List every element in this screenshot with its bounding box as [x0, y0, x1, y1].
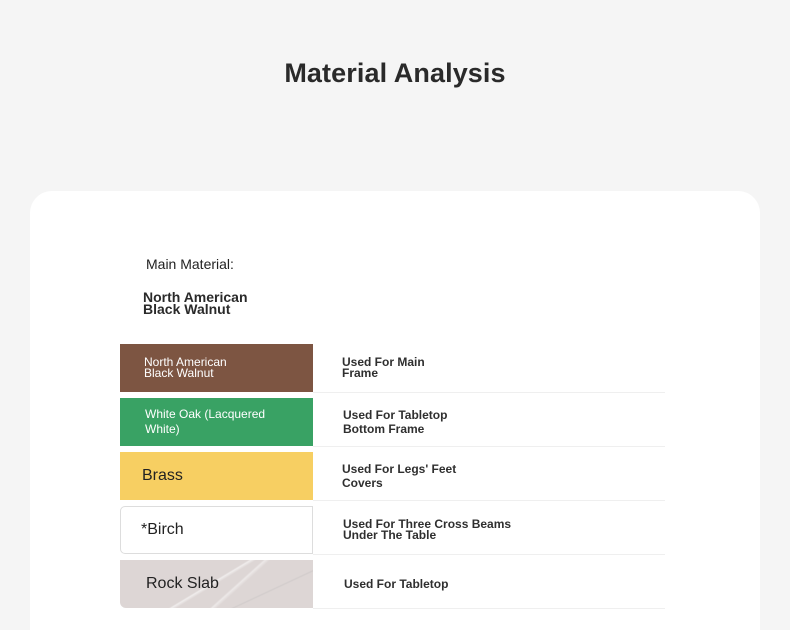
black-walnut-swatch: North American Black Walnut: [120, 344, 313, 392]
row-divider: [313, 554, 665, 555]
material-analysis-page: Material Analysis Main Material: North A…: [0, 0, 790, 630]
birch-swatch: *Birch: [120, 506, 313, 554]
birch-label: *Birch: [141, 521, 184, 538]
white-oak-label-line-1: White Oak (Lacquered: [145, 407, 266, 421]
material-row-rock-slab: Rock Slab Used For Tabletop: [120, 560, 665, 609]
brass-label: Brass: [142, 467, 183, 484]
brass-use-line-2: Covers: [342, 476, 383, 490]
row-divider: [313, 446, 665, 447]
white-oak-swatch: White Oak (Lacquered White): [120, 398, 313, 446]
white-oak-label: White Oak (Lacquered White): [145, 407, 290, 437]
rock-slab-label: Rock Slab: [146, 575, 219, 592]
material-row-black-walnut: North American Black Walnut Used For Mai…: [120, 344, 665, 393]
rock-slab-swatch: Rock Slab: [120, 560, 313, 608]
birch-use: Used For Three Cross Beams Under The Tab…: [343, 518, 533, 542]
material-row-white-oak: White Oak (Lacquered White) Used For Tab…: [120, 398, 665, 447]
black-walnut-use-line-2: Frame: [342, 366, 379, 380]
page-title: Material Analysis: [284, 58, 506, 88]
white-oak-use-line-2: Bottom Frame: [343, 422, 425, 436]
row-divider: [313, 608, 665, 609]
main-material-value: North American Black Walnut: [143, 290, 288, 317]
black-walnut-label: North American Black Walnut: [144, 356, 294, 380]
rock-slab-use: Used For Tabletop: [344, 577, 449, 591]
brass-use-line-1: Used For Legs' Feet: [342, 462, 457, 476]
main-material-label: Main Material:: [146, 256, 234, 272]
material-row-birch: *Birch Used For Three Cross Beams Under …: [120, 506, 665, 555]
brass-use: Used For Legs' Feet Covers: [342, 462, 532, 490]
white-oak-use-line-1: Used For Tabletop: [343, 408, 448, 422]
main-material-value-line-2: Black Walnut: [143, 301, 231, 317]
black-walnut-label-line-2: Black Walnut: [144, 366, 214, 380]
black-walnut-use: Used For Main Frame: [342, 356, 532, 380]
white-oak-use: Used For Tabletop Bottom Frame: [343, 408, 533, 436]
row-divider: [313, 500, 665, 501]
material-row-brass: Brass Used For Legs' Feet Covers: [120, 452, 665, 501]
row-divider: [313, 392, 665, 393]
brass-swatch: Brass: [120, 452, 313, 500]
white-oak-label-line-2: White): [145, 422, 180, 436]
birch-use-line-2: Under The Table: [343, 528, 437, 542]
